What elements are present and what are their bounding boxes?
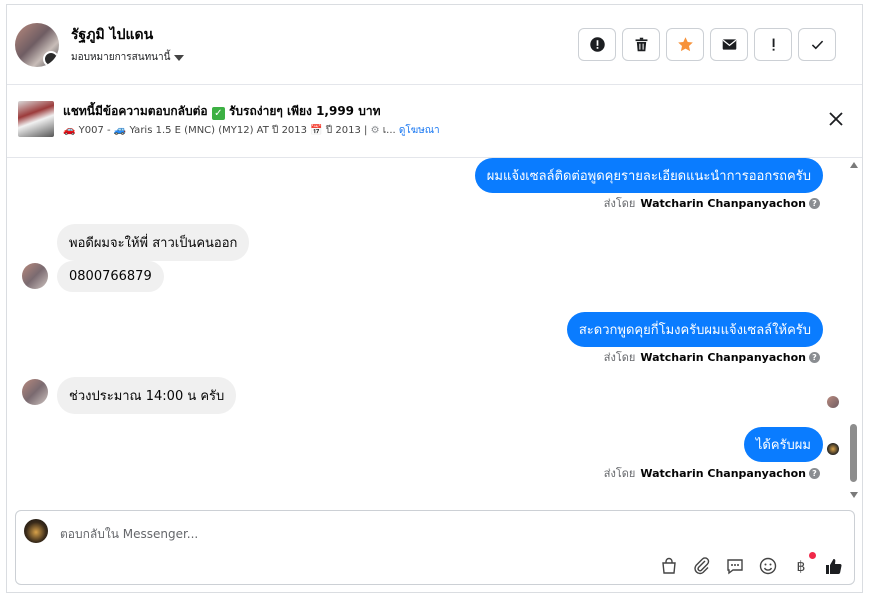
question-icon[interactable]: ? (809, 467, 820, 479)
car-icon: 🚙 (113, 125, 127, 136)
follow-up-button[interactable] (754, 28, 792, 61)
banner-title: แชทนี้มีข้อความตอบกลับต่อ ✓ รับรถง่ายๆ เ… (63, 102, 380, 121)
mark-spam-button[interactable] (578, 28, 616, 61)
sender-name: Watcharin Chanpanyachon (640, 350, 806, 364)
message-composer[interactable]: ตอบกลับใน Messenger... ฿ (15, 510, 855, 585)
banner-title-extra: รับรถง่ายๆ เพียง 1,999 บาท (228, 104, 381, 118)
scrollbar-thumb[interactable] (850, 424, 857, 482)
sent-by-label: ส่งโดย Watcharin Chanpanyachon ? (604, 194, 820, 212)
delete-button[interactable] (622, 28, 660, 61)
trash-icon (635, 37, 647, 52)
sent-by-label: ส่งโดย Watcharin Chanpanyachon ? (604, 464, 820, 482)
header-actions (578, 28, 836, 61)
message-thread: ผมแจ้งเซลล์ติดต่อพูดคุยรายละเอียดแนะนำกา… (7, 158, 852, 506)
ad-reply-banner: แชทนี้มีข้อความตอบกลับต่อ ✓ รับรถง่ายๆ เ… (7, 85, 862, 158)
emoji-icon[interactable] (758, 556, 778, 576)
question-icon[interactable]: ? (809, 351, 820, 363)
saved-reply-icon[interactable] (725, 556, 745, 576)
gear-icon: ⚙ (370, 125, 380, 136)
outgoing-message[interactable]: สะดวกพูดคุยกี่โมงครับผมแจ้งเซลล์ให้ครับ (566, 312, 823, 347)
view-ad-link[interactable]: ดูโฆษณา (399, 125, 440, 136)
outgoing-message[interactable]: ผมแจ้งเซลล์ติดต่อพูดคุยรายละเอียดแนะนำกา… (474, 158, 823, 193)
incoming-message[interactable]: พอดีผมจะให้พี่ สาวเป็นคนออก (57, 224, 250, 261)
exclamation-icon (772, 38, 775, 51)
read-receipt-avatar (827, 396, 839, 408)
platform-badge-icon (43, 51, 59, 67)
conversation-header: รัฐภูมิ ไปแดน มอบหมายการสนทนานี้ (7, 5, 862, 85)
sent-by-prefix: ส่งโดย (603, 197, 636, 210)
sent-by-label: ส่งโดย Watcharin Chanpanyachon ? (604, 348, 820, 366)
contact-avatar[interactable] (15, 23, 59, 67)
thread-scrollbar[interactable] (848, 160, 860, 500)
ad-thumbnail[interactable] (18, 101, 54, 137)
check-box-icon: ✓ (211, 107, 225, 120)
scroll-down-arrow-icon[interactable] (850, 492, 858, 498)
envelope-icon (722, 39, 736, 50)
banner-sub-more: เ... (382, 125, 396, 136)
assign-label: มอบหมายการสนทนานี้ (71, 52, 171, 63)
contact-name[interactable]: รัฐภูมิ ไปแดน (71, 24, 153, 46)
page-avatar (24, 519, 48, 543)
incoming-message[interactable]: 0800766879 (57, 261, 164, 292)
like-icon[interactable] (824, 556, 844, 576)
checkmark-icon (811, 40, 823, 50)
contact-avatar-small (22, 263, 48, 289)
star-icon (677, 37, 693, 52)
banner-title-text: แชทนี้มีข้อความตอบกลับต่อ (63, 104, 208, 118)
reply-input[interactable]: ตอบกลับใน Messenger... (60, 525, 198, 544)
car-icon: 🚗 (63, 125, 76, 136)
shopping-bag-icon[interactable] (659, 556, 679, 576)
question-icon[interactable]: ? (809, 197, 820, 209)
close-icon[interactable] (828, 111, 844, 127)
svg-text:฿: ฿ (797, 559, 806, 575)
banner-sub-model: Yaris 1.5 E (MNC) (MY12) AT ปี 2013 (129, 125, 308, 136)
contact-avatar-small (22, 379, 48, 405)
star-button[interactable] (666, 28, 704, 61)
assign-conversation-dropdown[interactable]: มอบหมายการสนทนานี้ (71, 50, 185, 65)
outgoing-message[interactable]: ได้ครับผม (743, 427, 823, 462)
read-receipt-avatar (827, 443, 839, 455)
baht-payment-icon[interactable]: ฿ (791, 556, 811, 576)
chevron-down-icon (174, 54, 185, 61)
sender-name: Watcharin Chanpanyachon (640, 466, 806, 480)
conversation-panel: รัฐภูมิ ไปแดน มอบหมายการสนทนานี้ แชทนี้ม… (6, 4, 863, 593)
banner-sub-year: ปี 2013 | (325, 125, 368, 136)
scroll-up-arrow-icon[interactable] (850, 162, 858, 168)
banner-sub-code: Y007 - (78, 125, 111, 136)
mark-done-button[interactable] (798, 28, 836, 61)
calendar-icon: 📅 (310, 125, 323, 136)
banner-subtitle: 🚗 Y007 - 🚙 Yaris 1.5 E (MNC) (MY12) AT ป… (63, 123, 440, 138)
mark-unread-button[interactable] (710, 28, 748, 61)
paperclip-icon[interactable] (692, 556, 712, 576)
sent-by-prefix: ส่งโดย (603, 351, 636, 364)
composer-tools: ฿ (659, 556, 844, 576)
sender-name: Watcharin Chanpanyachon (640, 196, 806, 210)
sent-by-prefix: ส่งโดย (603, 467, 636, 480)
incoming-message[interactable]: ช่วงประมาณ 14:00 น ครับ (57, 377, 237, 414)
alert-circle-icon (589, 37, 605, 52)
